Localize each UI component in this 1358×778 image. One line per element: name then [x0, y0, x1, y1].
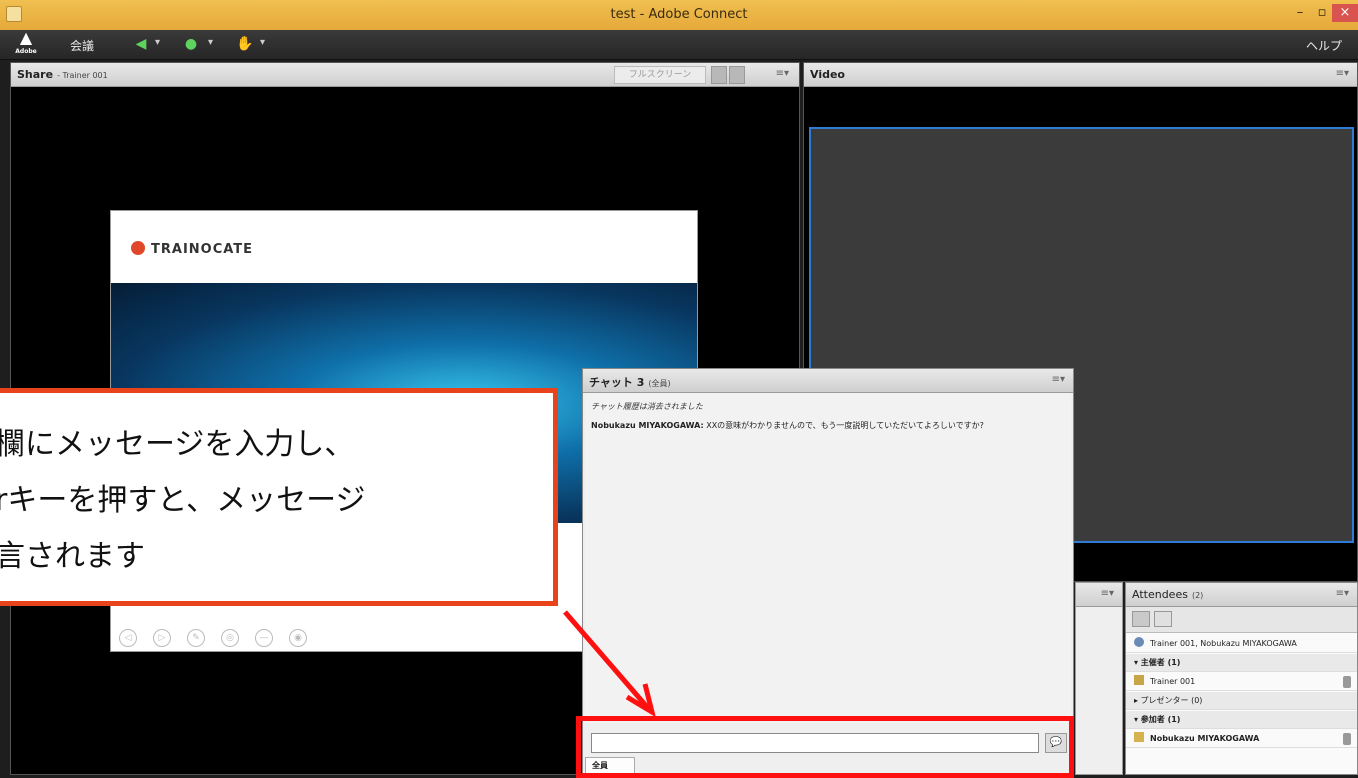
fullscreen-button[interactable]: フルスクリーン	[614, 66, 706, 84]
attendees-pod-header: Attendees (2) ≡▾	[1126, 583, 1357, 607]
chat-history[interactable]: チャット履歴は消去されました Nobukazu MIYAKOGAWA: XXの意…	[585, 393, 1071, 723]
microphone-dropdown[interactable]: ▾	[208, 37, 213, 48]
chat-pod-header: チャット 3 (全員) ≡▾	[583, 369, 1073, 393]
phone-icon	[1134, 637, 1144, 647]
window-title-bar: test - Adobe Connect – ▫ ×	[0, 0, 1358, 30]
mic-status-icon	[1343, 676, 1351, 688]
speaker-icon[interactable]: ◀	[132, 35, 150, 53]
window-title: test - Adobe Connect	[610, 7, 748, 22]
chat-system-message: チャット履歴は消去されました	[591, 402, 703, 411]
microphone-icon[interactable]: ●	[182, 35, 200, 53]
group-presenters[interactable]: ▸ プレゼンター (0)	[1126, 692, 1357, 710]
view-mode-button-2[interactable]	[729, 66, 745, 84]
chat-pod: チャット 3 (全員) ≡▾ チャット履歴は消去されました Nobukazu MI…	[582, 368, 1074, 775]
video-pod-header: Video ≡▾	[804, 63, 1357, 87]
hidden-pod-menu-icon[interactable]: ≡▾	[1101, 588, 1114, 599]
chat-pod-menu-icon[interactable]: ≡▾	[1052, 374, 1065, 385]
annotate-tool-icon[interactable]: ◎	[221, 629, 239, 647]
help-menu[interactable]: ヘルプ	[1306, 37, 1342, 54]
callout-line-3: 言されます	[0, 539, 145, 574]
attendees-toolbar	[1126, 607, 1357, 633]
menu-bar: ▲ Adobe 会議 ◀ ▾ ● ▾ ✋ ▾ ヘルプ	[0, 30, 1358, 60]
hidden-pod-header: ≡▾	[1076, 583, 1122, 607]
attendees-pod-menu-icon[interactable]: ≡▾	[1336, 588, 1349, 599]
adobe-logo-icon: ▲ Adobe	[15, 28, 37, 56]
pointer-tool-icon[interactable]: ✎	[187, 629, 205, 647]
group-participants[interactable]: ▾ 参加者 (1)	[1126, 711, 1357, 729]
slide-brand-logo: TRAINOCATE	[131, 241, 253, 257]
group-hosts[interactable]: ▾ 主催者 (1)	[1126, 654, 1357, 672]
highlight-rectangle	[576, 716, 1074, 778]
attendees-pod-title: Attendees (2)	[1132, 588, 1204, 601]
meeting-menu[interactable]: 会議	[70, 37, 94, 54]
share-pod-menu-icon[interactable]: ≡▾	[776, 68, 789, 79]
share-pod-title: Share - Trainer 001	[17, 68, 108, 81]
callout-line-1: 欄にメッセージを入力し、	[0, 427, 355, 462]
close-button[interactable]: ×	[1332, 4, 1358, 22]
attendee-host[interactable]: Trainer 001	[1126, 673, 1357, 691]
raise-hand-icon[interactable]: ✋	[236, 35, 254, 53]
participant-user-icon	[1134, 732, 1144, 742]
next-slide-icon[interactable]: ▷	[153, 629, 171, 647]
attendees-pod: Attendees (2) ≡▾ Trainer 001, Nobukazu MI…	[1125, 582, 1358, 775]
attendee-participant[interactable]: Nobukazu MIYAKOGAWA	[1126, 730, 1357, 748]
attendees-summary: Trainer 001, Nobukazu MIYAKOGAWA	[1126, 635, 1357, 653]
minus-icon[interactable]: —	[255, 629, 273, 647]
view-mode-button-1[interactable]	[711, 66, 727, 84]
minimize-button[interactable]: –	[1290, 4, 1310, 22]
maximize-button[interactable]: ▫	[1312, 4, 1332, 22]
status-dropdown[interactable]: ▾	[260, 37, 265, 48]
hidden-pod: ≡▾	[1075, 582, 1123, 775]
instruction-callout: 欄にメッセージを入力し、 rキーを押すと、メッセージ 言されます	[0, 388, 558, 606]
video-pod-title: Video	[810, 68, 845, 81]
speaker-dropdown[interactable]: ▾	[155, 37, 160, 48]
prev-slide-icon[interactable]: ◁	[119, 629, 137, 647]
sync-icon[interactable]: ◉	[289, 629, 307, 647]
mic-status-icon	[1343, 733, 1351, 745]
share-pod-header: Share - Trainer 001 フルスクリーン ≡▾	[11, 63, 799, 87]
list-view-icon[interactable]	[1132, 611, 1150, 627]
sort-icon[interactable]	[1154, 611, 1172, 627]
chat-message: Nobukazu MIYAKOGAWA: XXの意味がわかりませんので、もう一度…	[591, 421, 984, 430]
brand-mark-icon	[131, 241, 145, 255]
chat-pod-title: チャット 3 (全員)	[589, 376, 671, 389]
callout-line-2: rキーを押すと、メッセージ	[0, 483, 366, 518]
video-pod-menu-icon[interactable]: ≡▾	[1336, 68, 1349, 79]
host-user-icon	[1134, 675, 1144, 685]
